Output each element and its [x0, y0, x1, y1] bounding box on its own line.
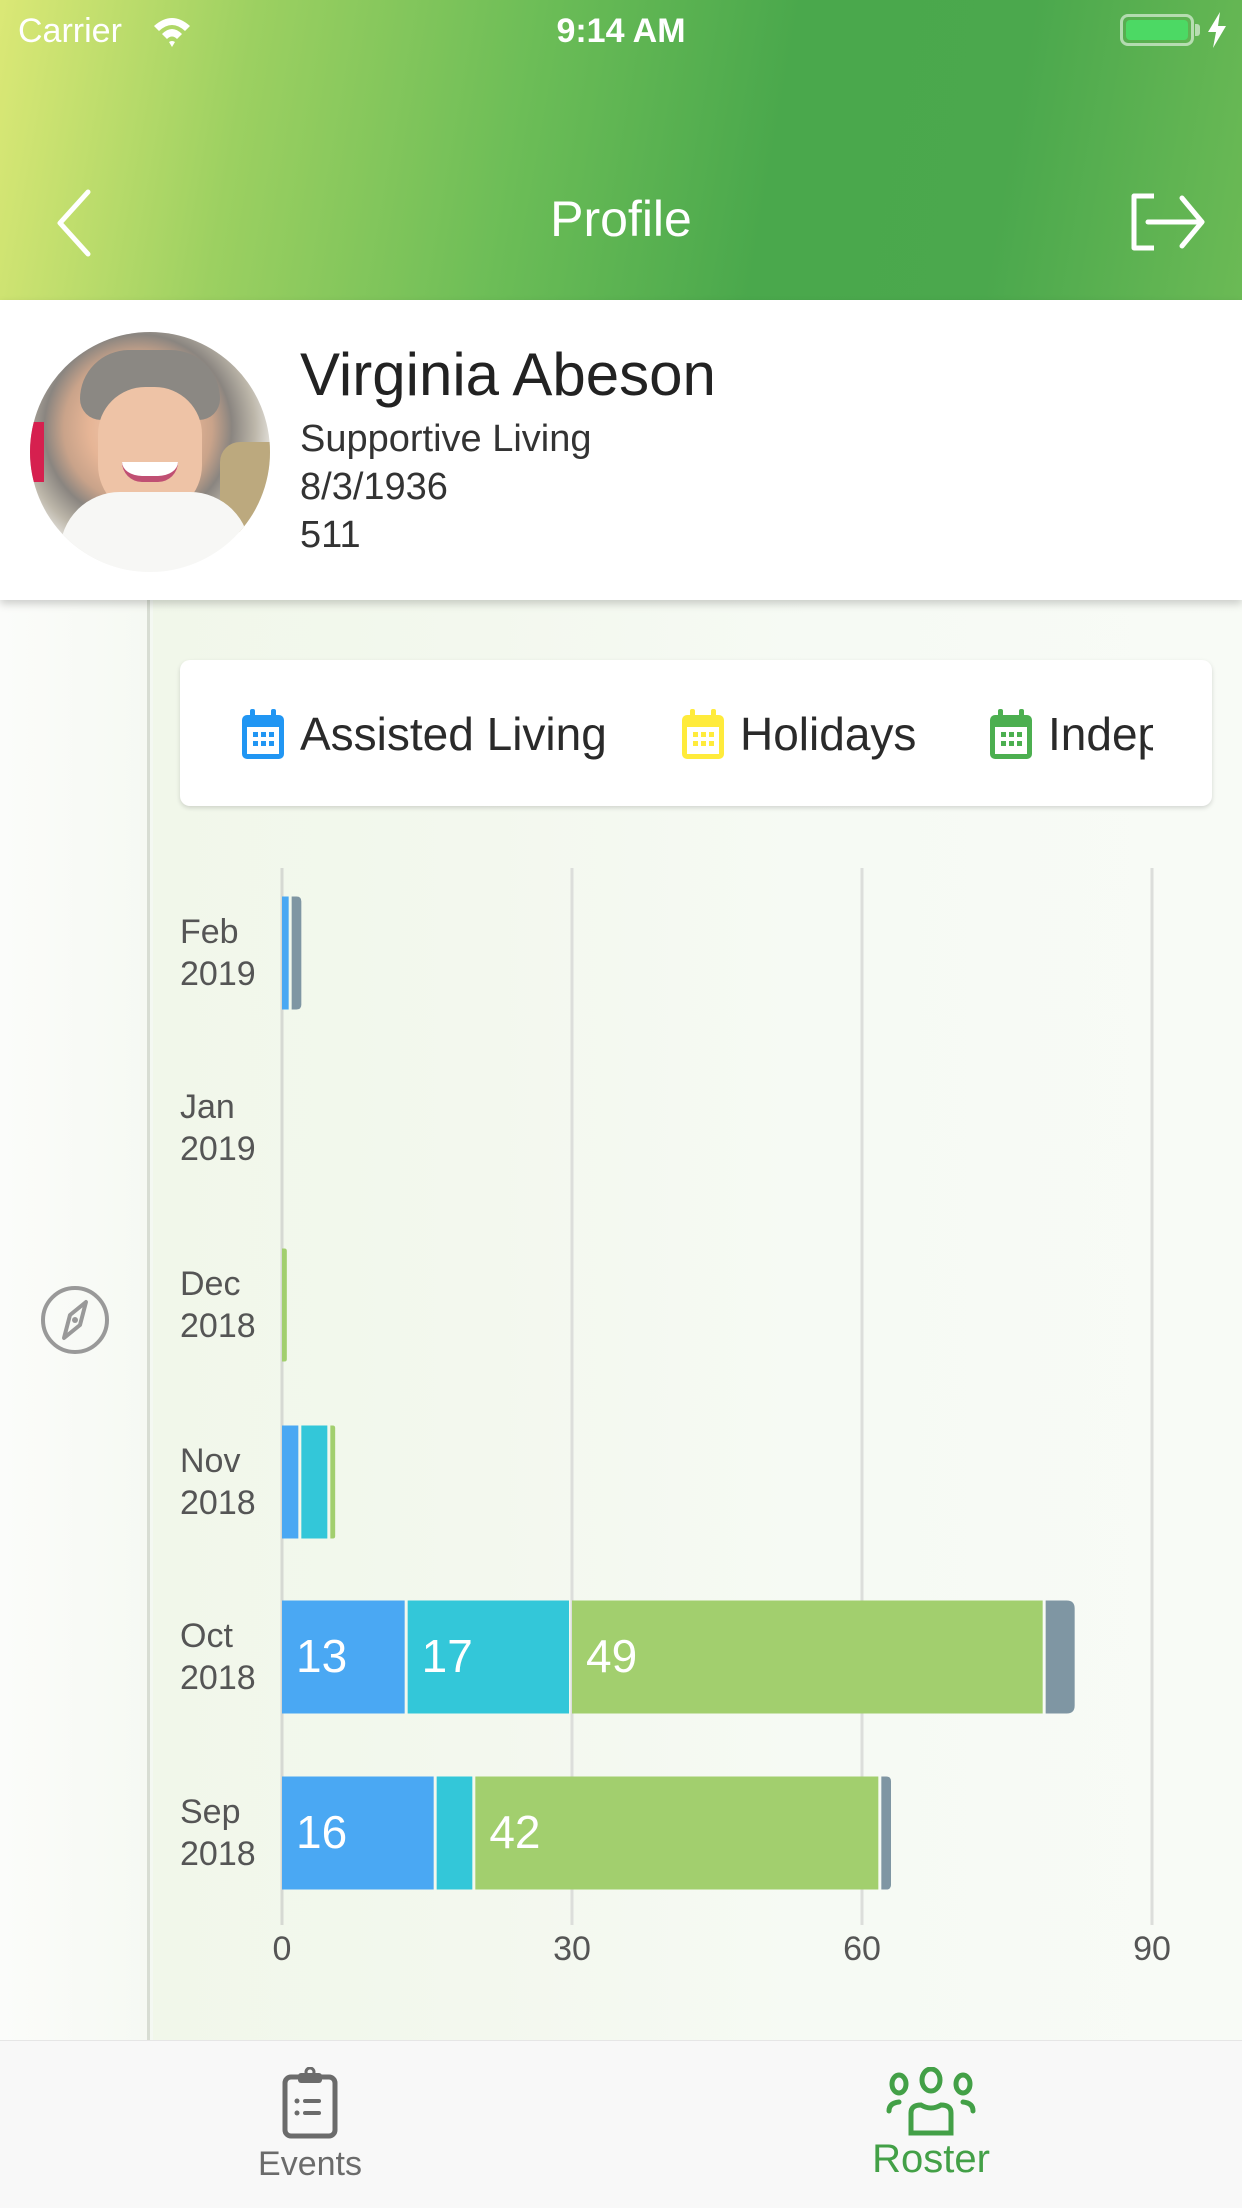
bar-value-label: 17: [421, 1630, 473, 1682]
y-category-label: Oct 2018: [180, 1617, 256, 1697]
y-category-label: Dec 2018: [180, 1265, 256, 1345]
legend-label: Assisted Living: [300, 708, 607, 760]
bar-value-label: 49: [586, 1630, 638, 1682]
level-of-care: Supportive Living: [300, 418, 592, 460]
bar-segment[interactable]: [572, 1600, 1043, 1714]
x-tick-label: 60: [843, 1930, 881, 1968]
bar-value-label: 13: [296, 1630, 348, 1682]
legend-card[interactable]: Assisted Living Holidays Independent Liv…: [180, 660, 1212, 806]
y-category-label: Jan 2019: [180, 1088, 256, 1168]
x-tick-label: 30: [553, 1930, 591, 1968]
profile-card: Virginia Abeson Supportive Living 8/3/19…: [0, 300, 1242, 600]
bar-segment[interactable]: [301, 1425, 328, 1539]
bar-segment[interactable]: [436, 1776, 473, 1890]
tab-label: Roster: [872, 2137, 990, 2181]
bar-segment[interactable]: [282, 1425, 299, 1539]
birthdate: 8/3/1936: [300, 466, 448, 508]
bar-segment[interactable]: [282, 1248, 287, 1362]
x-tick-label: 0: [272, 1930, 292, 1968]
bar-segment[interactable]: [1045, 1600, 1075, 1714]
bar-segment[interactable]: [282, 896, 289, 1010]
tab-roster[interactable]: Roster: [781, 2041, 1081, 2208]
tab-events[interactable]: Events: [160, 2041, 460, 2208]
tab-label: Events: [258, 2145, 362, 2183]
legend-scroll[interactable]: Assisted Living Holidays Independent Liv…: [180, 660, 1153, 806]
avatar: [30, 332, 270, 572]
x-tick-label: 90: [1133, 1930, 1171, 1968]
users-icon: [886, 2067, 976, 2136]
resident-name: Virginia Abeson: [300, 341, 716, 408]
y-category-label: Nov 2018: [180, 1442, 256, 1522]
calendar-icon: [242, 709, 284, 759]
legend-item-holidays[interactable]: Holidays: [682, 704, 916, 764]
bar-segment[interactable]: [881, 1776, 891, 1890]
y-category-label: Feb 2019: [180, 913, 256, 993]
y-category-label: Sep 2018: [180, 1793, 256, 1873]
clipboard-list-icon: [282, 2067, 338, 2139]
bar-segment[interactable]: [330, 1425, 336, 1539]
tab-bar: Events Roster: [0, 2040, 1242, 2208]
bar-value-label: 16: [296, 1806, 348, 1858]
legend-label: Independent Living: [1048, 708, 1153, 760]
bar-value-label: 42: [489, 1806, 541, 1858]
room-number: 511: [300, 514, 361, 556]
bar-segment[interactable]: [291, 896, 302, 1010]
calendar-icon: [682, 709, 724, 759]
calendar-icon: [990, 709, 1032, 759]
legend-item-assisted-living[interactable]: Assisted Living: [242, 704, 607, 764]
legend-item-independent-living[interactable]: Independent Living: [990, 704, 1153, 764]
legend-label: Holidays: [740, 708, 917, 760]
